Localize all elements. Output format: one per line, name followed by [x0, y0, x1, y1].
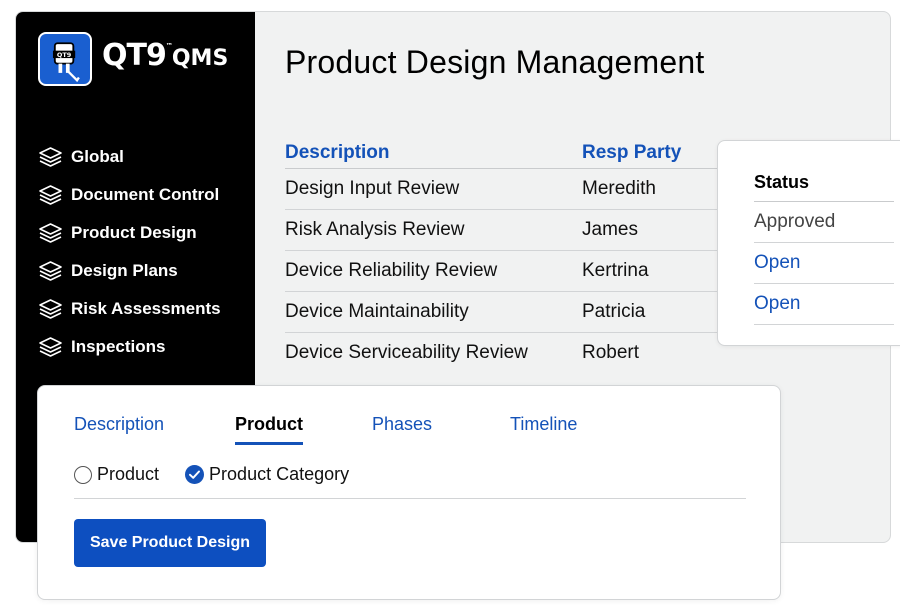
sidebar-item-design-plans[interactable]: Design Plans — [38, 252, 221, 290]
table-header: Description Resp Party — [285, 138, 735, 169]
page-title: Product Design Management — [285, 44, 705, 80]
robot-icon: QT9 — [52, 42, 80, 83]
status-panel: Status Approved Open Open — [717, 140, 900, 346]
column-header-description[interactable]: Description — [285, 142, 582, 164]
layers-icon — [39, 337, 62, 357]
layers-icon — [39, 223, 62, 243]
logo-badge: QT9 — [38, 32, 92, 86]
radio-label: Product — [97, 464, 160, 484]
sidebar-item-label: Design Plans — [71, 261, 178, 280]
logo: QT9 QT9™QMS — [38, 32, 248, 92]
sidebar-item-document-control[interactable]: Document Control — [38, 176, 221, 214]
table-row[interactable]: Device Serviceability Review Robert — [285, 333, 735, 373]
logo-name: QT9 — [102, 38, 167, 73]
save-product-design-button[interactable]: Save Product Design — [74, 519, 266, 567]
row-resp-party: Kertrina — [582, 260, 649, 281]
layers-icon — [39, 299, 62, 319]
layers-icon — [39, 261, 62, 281]
column-header-resp-party[interactable]: Resp Party — [582, 142, 735, 164]
status-header: Status — [754, 163, 894, 202]
radio-product[interactable]: Product — [74, 464, 159, 485]
form-divider — [74, 498, 746, 499]
status-open-link[interactable]: Open — [754, 284, 894, 325]
sidebar-nav: Global Document Control Product Design D… — [38, 138, 221, 366]
row-description: Design Input Review — [285, 178, 460, 199]
row-description: Device Serviceability Review — [285, 342, 528, 363]
tab-product[interactable]: Product — [235, 414, 304, 445]
status-open-link[interactable]: Open — [754, 243, 894, 284]
layers-icon — [39, 185, 62, 205]
radio-label: Product Category — [209, 464, 350, 484]
sidebar-item-label: Product Design — [71, 223, 197, 242]
sidebar-item-product-design[interactable]: Product Design — [38, 214, 221, 252]
table-row[interactable]: Risk Analysis Review James — [285, 210, 735, 251]
layers-icon — [39, 147, 62, 167]
row-description: Risk Analysis Review — [285, 219, 465, 240]
radio-checked-icon[interactable] — [185, 465, 205, 484]
sidebar-item-risk-assessments[interactable]: Risk Assessments — [38, 290, 221, 328]
radio-product-category[interactable]: Product Category — [185, 464, 349, 485]
radio-unchecked-icon[interactable] — [74, 465, 92, 484]
row-description: Device Reliability Review — [285, 260, 498, 281]
logo-suffix: QMS — [171, 46, 229, 71]
tab-phases[interactable]: Phases — [372, 414, 432, 435]
sidebar-item-label: Document Control — [71, 185, 220, 204]
product-design-form: Description Product Phases Timeline Prod… — [37, 385, 781, 600]
sidebar-item-label: Risk Assessments — [71, 299, 221, 318]
product-type-radio-group: Product Product Category — [74, 464, 375, 485]
sidebar-item-inspections[interactable]: Inspections — [38, 328, 221, 366]
table-row[interactable]: Design Input Review Meredith — [285, 169, 735, 210]
row-resp-party: Meredith — [582, 178, 656, 199]
row-resp-party: Patricia — [582, 301, 646, 322]
table-row[interactable]: Device Maintainability Patricia — [285, 292, 735, 333]
sidebar-item-label: Global — [71, 147, 124, 166]
row-resp-party: Robert — [582, 342, 640, 363]
tab-description[interactable]: Description — [74, 414, 164, 435]
status-approved: Approved — [754, 202, 894, 243]
logo-trademark: ™ — [165, 42, 173, 50]
tab-timeline[interactable]: Timeline — [510, 414, 577, 435]
logo-badge-text: QT9 — [57, 51, 72, 59]
row-resp-party: James — [582, 219, 638, 240]
status-list: Status Approved Open Open — [754, 163, 894, 325]
row-description: Device Maintainability — [285, 301, 469, 322]
sidebar-item-global[interactable]: Global — [38, 138, 221, 176]
sidebar-item-label: Inspections — [71, 337, 166, 356]
logo-wordmark: QT9™QMS — [102, 41, 228, 71]
table-row[interactable]: Device Reliability Review Kertrina — [285, 251, 735, 292]
design-review-table: Description Resp Party Design Input Revi… — [285, 138, 735, 373]
